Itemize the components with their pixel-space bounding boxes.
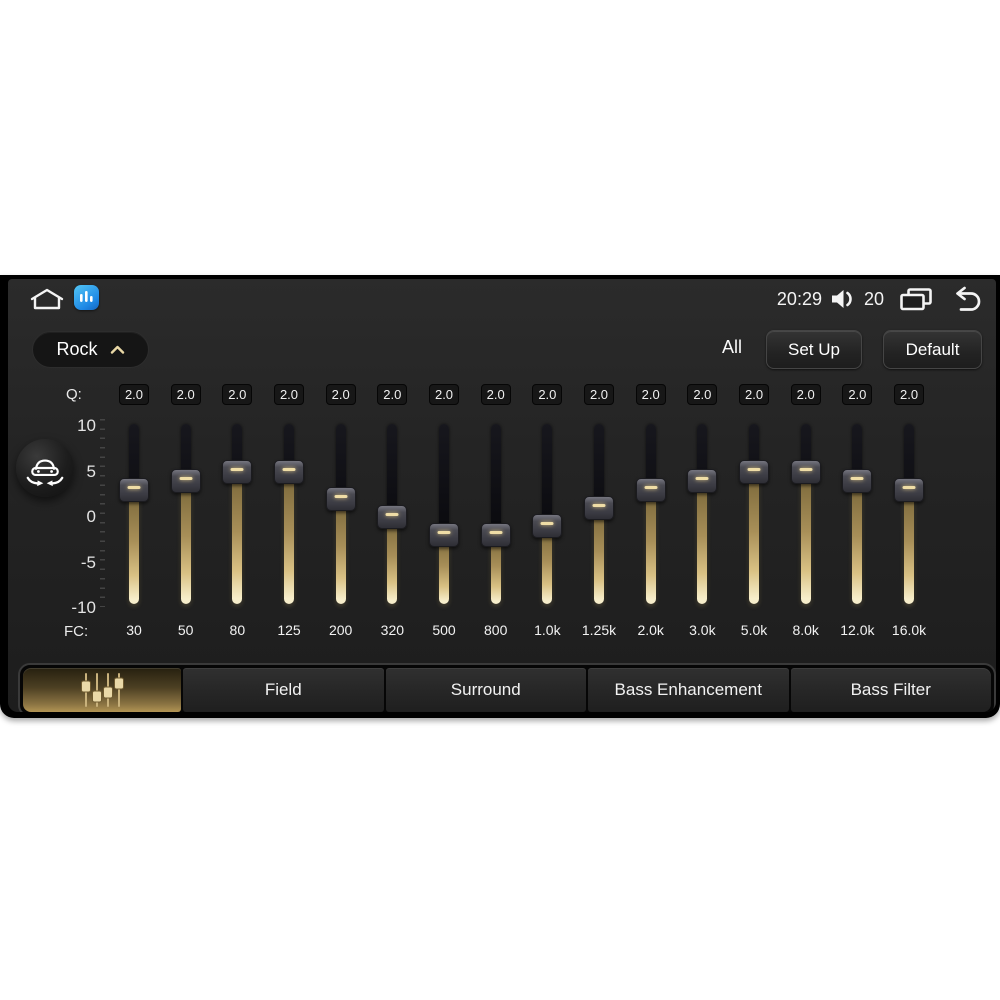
slider-handle-16.0k[interactable] xyxy=(894,477,925,502)
tab-bass-enhancement[interactable]: Bass Enhancement xyxy=(588,668,789,712)
chevron-up-icon xyxy=(110,345,124,354)
slider-handle-500[interactable] xyxy=(429,523,460,548)
slider-handle-80[interactable] xyxy=(222,459,253,484)
slider-fill-12.0k xyxy=(852,480,863,604)
slider-handle-50[interactable] xyxy=(170,468,201,493)
q-value-50[interactable]: 2.0 xyxy=(170,384,201,405)
q-value-16.0k[interactable]: 2.0 xyxy=(894,384,925,405)
fc-value-3.0k: 3.0k xyxy=(689,622,716,638)
sound-field-button[interactable] xyxy=(16,439,74,497)
q-value-320[interactable]: 2.0 xyxy=(377,384,408,405)
slider-handle-125[interactable] xyxy=(274,459,304,484)
q-value-80[interactable]: 2.0 xyxy=(222,384,253,405)
q-value-5.0k[interactable]: 2.0 xyxy=(739,384,770,405)
slider-handle-320[interactable] xyxy=(377,505,408,529)
slider-fill-2.0k xyxy=(645,489,656,604)
q-value-500[interactable]: 2.0 xyxy=(429,384,460,405)
gain-scale-label: 0 xyxy=(86,507,96,526)
fc-value-200: 200 xyxy=(328,622,353,638)
clock: 20:29 xyxy=(776,288,822,309)
preset-label: Rock xyxy=(56,339,98,359)
slider-fill-200 xyxy=(335,498,346,604)
default-button[interactable]: Default xyxy=(883,330,982,369)
slider-fill-1.25k xyxy=(594,507,605,604)
slider-handle-5.0k[interactable] xyxy=(739,459,770,484)
status-bar-right: 20:29 20 xyxy=(777,284,982,314)
slider-fill-80 xyxy=(232,471,243,604)
fc-value-50: 50 xyxy=(177,622,194,638)
slider-handle-30[interactable] xyxy=(119,477,149,502)
slider-fill-5.0k xyxy=(749,471,760,604)
slider-fill-320 xyxy=(387,517,398,604)
volume-level: 20 xyxy=(863,288,884,309)
fc-value-2.0k: 2.0k xyxy=(637,622,664,638)
preset-selector[interactable]: Rock xyxy=(32,331,149,368)
slider-handle-800[interactable] xyxy=(480,523,511,548)
tab-surround[interactable]: Surround xyxy=(385,668,586,712)
slider-fill-50 xyxy=(180,480,191,604)
gain-scale-label: 10 xyxy=(77,416,96,435)
fc-value-320: 320 xyxy=(380,622,405,638)
fc-value-1.0k: 1.0k xyxy=(534,622,561,638)
q-value-30[interactable]: 2.0 xyxy=(119,384,149,405)
tab-field[interactable]: Field xyxy=(183,668,384,712)
volume-icon xyxy=(831,290,852,308)
q-value-1.25k[interactable]: 2.0 xyxy=(584,384,615,405)
head-unit-display: 20:29 20 Rock All Set Up Default Q: FC: … xyxy=(0,275,1000,718)
q-value-800[interactable]: 2.0 xyxy=(480,384,511,405)
q-value-125[interactable]: 2.0 xyxy=(274,384,304,405)
fc-value-12.0k: 12.0k xyxy=(840,622,875,638)
ai-app-icon[interactable] xyxy=(74,285,99,310)
q-value-8.0k[interactable]: 2.0 xyxy=(790,384,821,405)
slider-fill-30 xyxy=(129,489,139,604)
fc-value-16.0k: 16.0k xyxy=(891,622,927,638)
gain-scale-label: -5 xyxy=(80,552,96,572)
slider-handle-2.0k[interactable] xyxy=(635,477,666,502)
fc-value-30: 30 xyxy=(126,622,142,638)
fc-value-500: 500 xyxy=(432,622,456,638)
q-value-1.0k[interactable]: 2.0 xyxy=(532,384,563,405)
slider-handle-3.0k[interactable] xyxy=(687,468,718,493)
slider-handle-8.0k[interactable] xyxy=(790,459,821,484)
recent-apps-icon[interactable] xyxy=(899,287,933,312)
gain-scale-ruler xyxy=(100,419,105,607)
q-value-2.0k[interactable]: 2.0 xyxy=(635,384,666,405)
slider-fill-3.0k xyxy=(697,480,708,604)
q-value-3.0k[interactable]: 2.0 xyxy=(687,384,718,405)
tab-bass-filter[interactable]: Bass Filter xyxy=(790,668,991,712)
all-label[interactable]: All xyxy=(712,337,752,358)
car-surround-icon xyxy=(26,459,64,487)
bottom-tab-bar: Field Surround Bass Enhancement Bass Filter xyxy=(18,663,996,712)
fc-value-5.0k: 5.0k xyxy=(740,622,768,638)
set-up-button[interactable]: Set Up xyxy=(766,330,862,369)
equalizer-screen: 20:29 20 Rock All Set Up Default Q: FC: … xyxy=(8,279,996,712)
equalizer-app-glyph xyxy=(80,291,93,302)
slider-fill-16.0k xyxy=(904,489,915,604)
back-icon[interactable] xyxy=(948,286,982,312)
slider-fill-8.0k xyxy=(800,471,811,604)
slider-handle-1.25k[interactable] xyxy=(584,495,615,520)
tab-equalizer[interactable] xyxy=(23,668,181,712)
fc-value-80: 80 xyxy=(229,622,246,638)
q-value-12.0k[interactable]: 2.0 xyxy=(842,384,873,405)
home-button[interactable] xyxy=(24,285,70,315)
slider-handle-12.0k[interactable] xyxy=(842,468,873,493)
slider-handle-200[interactable] xyxy=(325,486,356,511)
equalizer-sliders-icon xyxy=(81,673,124,707)
slider-handle-1.0k[interactable] xyxy=(532,514,563,539)
gain-scale-label: -10 xyxy=(71,598,96,617)
fc-value-8.0k: 8.0k xyxy=(792,622,819,638)
fc-value-125: 125 xyxy=(277,622,301,638)
fc-row-label: FC: xyxy=(64,623,89,640)
q-row-label: Q: xyxy=(66,386,82,403)
slider-fill-125 xyxy=(284,471,294,604)
fc-value-1.25k: 1.25k xyxy=(581,622,617,638)
screenshot-root: 20:29 20 Rock All Set Up Default Q: FC: … xyxy=(0,0,1000,1000)
fc-value-800: 800 xyxy=(484,622,508,638)
q-value-200[interactable]: 2.0 xyxy=(325,384,356,405)
home-icon xyxy=(30,288,64,310)
